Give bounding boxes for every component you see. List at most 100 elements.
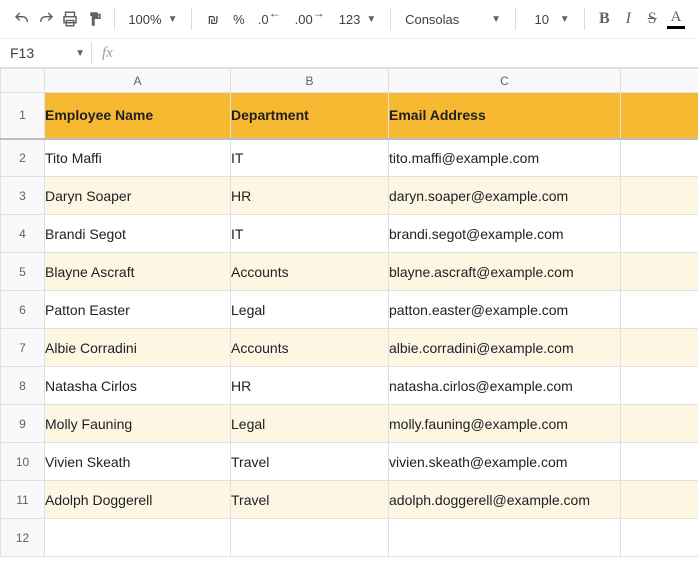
font-select[interactable]: Consolas ▼	[401, 12, 505, 27]
cell-dept[interactable]: Legal	[231, 405, 389, 443]
column-header-row: A B C	[1, 69, 698, 93]
cell-reference: F13	[10, 45, 34, 61]
cell-name[interactable]: Albie Corradini	[45, 329, 231, 367]
header-email[interactable]: Email Address	[389, 93, 621, 139]
cell-email[interactable]: brandi.segot@example.com	[389, 215, 621, 253]
row-header[interactable]: 6	[1, 291, 45, 329]
cell-name[interactable]: Blayne Ascraft	[45, 253, 231, 291]
row-header[interactable]: 10	[1, 443, 45, 481]
cell[interactable]	[621, 253, 698, 291]
separator	[114, 8, 115, 30]
cell[interactable]	[389, 519, 621, 557]
row-header[interactable]: 4	[1, 215, 45, 253]
more-formats-button[interactable]: 123 ▼	[335, 12, 381, 27]
formula-bar-row: F13 ▼ fx	[0, 39, 698, 68]
row-header[interactable]: 7	[1, 329, 45, 367]
cell-dept[interactable]: IT	[231, 139, 389, 177]
cell-dept[interactable]: Legal	[231, 291, 389, 329]
cell[interactable]	[621, 139, 698, 177]
cell[interactable]	[621, 443, 698, 481]
row-header[interactable]: 3	[1, 177, 45, 215]
cell-name[interactable]: Vivien Skeath	[45, 443, 231, 481]
row-header[interactable]: 2	[1, 139, 45, 177]
cell-email[interactable]: albie.corradini@example.com	[389, 329, 621, 367]
col-header-b[interactable]: B	[231, 69, 389, 93]
cell[interactable]	[621, 93, 698, 139]
cell[interactable]	[621, 177, 698, 215]
table-row: 5 Blayne Ascraft Accounts blayne.ascraft…	[1, 253, 698, 291]
table-row: 3 Daryn Soaper HR daryn.soaper@example.c…	[1, 177, 698, 215]
cell-name[interactable]: Brandi Segot	[45, 215, 231, 253]
col-header-d[interactable]	[621, 69, 698, 93]
strikethrough-button[interactable]: S	[642, 6, 662, 32]
cell[interactable]	[621, 481, 698, 519]
cell-email[interactable]: daryn.soaper@example.com	[389, 177, 621, 215]
bold-button[interactable]: B	[594, 6, 614, 32]
undo-button[interactable]	[12, 6, 32, 32]
header-name[interactable]: Employee Name	[45, 93, 231, 139]
row-header[interactable]: 9	[1, 405, 45, 443]
percent-button[interactable]: %	[228, 6, 250, 32]
cell[interactable]	[621, 367, 698, 405]
cell[interactable]	[621, 329, 698, 367]
col-header-c[interactable]: C	[389, 69, 621, 93]
increase-decimals-button[interactable]: .00 →	[291, 12, 331, 27]
decrease-decimals-button[interactable]: .0 ←	[254, 12, 287, 27]
cell-name[interactable]: Adolph Doggerell	[45, 481, 231, 519]
separator	[584, 8, 585, 30]
row-header[interactable]: 1	[1, 93, 45, 139]
cell[interactable]	[621, 519, 698, 557]
cell-dept[interactable]: IT	[231, 215, 389, 253]
row-header[interactable]: 8	[1, 367, 45, 405]
toolbar: 100% ▼ ₪ % .0 ← .00 → 123 ▼ Consolas ▼ 1…	[0, 0, 698, 39]
cell[interactable]	[621, 405, 698, 443]
table-row: 11 Adolph Doggerell Travel adolph.dogger…	[1, 481, 698, 519]
header-dept[interactable]: Department	[231, 93, 389, 139]
cell[interactable]	[45, 519, 231, 557]
cell-email[interactable]: vivien.skeath@example.com	[389, 443, 621, 481]
row-header[interactable]: 5	[1, 253, 45, 291]
row-header[interactable]: 11	[1, 481, 45, 519]
color-bar	[667, 26, 685, 29]
cell-name[interactable]: Daryn Soaper	[45, 177, 231, 215]
table-row-empty: 12	[1, 519, 698, 557]
cell-dept[interactable]: Travel	[231, 481, 389, 519]
cell-email[interactable]: blayne.ascraft@example.com	[389, 253, 621, 291]
col-header-a[interactable]: A	[45, 69, 231, 93]
redo-button[interactable]	[36, 6, 56, 32]
cell-dept[interactable]: HR	[231, 177, 389, 215]
cell-name[interactable]: Molly Fauning	[45, 405, 231, 443]
zoom-select[interactable]: 100% ▼	[124, 12, 181, 27]
header-row: 1 Employee Name Department Email Address	[1, 93, 698, 139]
cell-email[interactable]: adolph.doggerell@example.com	[389, 481, 621, 519]
separator	[390, 8, 391, 30]
cell-name[interactable]: Tito Maffi	[45, 139, 231, 177]
cell-email[interactable]: patton.easter@example.com	[389, 291, 621, 329]
select-all-corner[interactable]	[1, 69, 45, 93]
chevron-down-icon: ▼	[491, 14, 501, 25]
paint-format-button[interactable]	[84, 6, 104, 32]
font-size-select[interactable]: 10 ▼	[526, 12, 574, 27]
table-row: 7 Albie Corradini Accounts albie.corradi…	[1, 329, 698, 367]
print-button[interactable]	[60, 6, 80, 32]
cell-dept[interactable]: HR	[231, 367, 389, 405]
separator	[515, 8, 516, 30]
cell-email[interactable]: molly.fauning@example.com	[389, 405, 621, 443]
table-row: 4 Brandi Segot IT brandi.segot@example.c…	[1, 215, 698, 253]
cell-dept[interactable]: Accounts	[231, 329, 389, 367]
cell-name[interactable]: Patton Easter	[45, 291, 231, 329]
cell-dept[interactable]: Travel	[231, 443, 389, 481]
cell[interactable]	[621, 291, 698, 329]
text-color-button[interactable]: A	[666, 6, 686, 32]
cell[interactable]	[621, 215, 698, 253]
name-box[interactable]: F13 ▼	[4, 42, 92, 64]
cell-email[interactable]: tito.maffi@example.com	[389, 139, 621, 177]
row-header[interactable]: 12	[1, 519, 45, 557]
cell-name[interactable]: Natasha Cirlos	[45, 367, 231, 405]
cell[interactable]	[231, 519, 389, 557]
chevron-down-icon: ▼	[560, 14, 570, 25]
italic-button[interactable]: I	[618, 6, 638, 32]
cell-email[interactable]: natasha.cirlos@example.com	[389, 367, 621, 405]
currency-button[interactable]: ₪	[202, 6, 224, 32]
cell-dept[interactable]: Accounts	[231, 253, 389, 291]
